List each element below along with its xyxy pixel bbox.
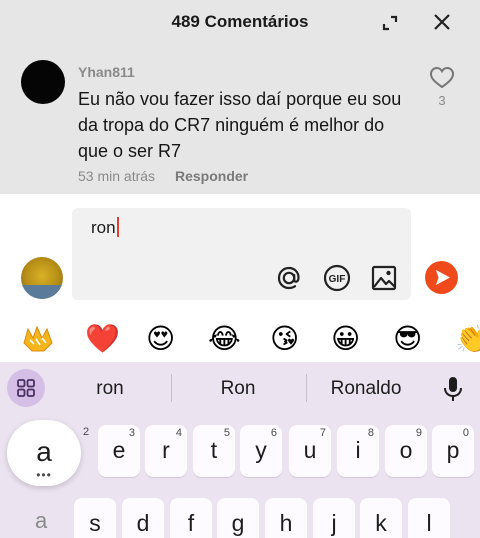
key-r[interactable]: 4r — [145, 425, 187, 477]
keyboard-apps-button[interactable] — [7, 369, 45, 407]
key-letter: y — [255, 437, 267, 463]
key-letter: u — [303, 437, 317, 463]
emoji-kiss[interactable]: 😘 — [270, 322, 299, 356]
key-h[interactable]: h — [265, 498, 307, 538]
key-f[interactable]: f — [170, 498, 212, 538]
key-i[interactable]: 8i — [337, 425, 379, 477]
key-letter: f — [187, 510, 195, 536]
emoji-grin[interactable]: 😀 — [331, 322, 360, 356]
key-letter: e — [112, 437, 126, 463]
key-letter: o — [399, 437, 413, 463]
key-letter: d — [136, 510, 150, 536]
expand-icon[interactable] — [377, 10, 403, 36]
comments-panel: 489 Comentários Yhan811 Eu não vou fazer… — [0, 0, 480, 194]
microphone-icon[interactable] — [440, 374, 466, 404]
key-k[interactable]: k — [360, 498, 402, 538]
comments-count-title: 489 Comentários — [171, 12, 309, 31]
key-s[interactable]: s — [74, 498, 116, 538]
suggestion-3[interactable]: Ronaldo — [318, 378, 414, 400]
key-hint: 2 — [83, 426, 90, 438]
more-options-dots: ••• — [36, 468, 52, 482]
key-letter: h — [279, 510, 293, 536]
send-button[interactable] — [425, 261, 458, 294]
emoji-sunglasses[interactable]: 😎 — [393, 322, 422, 356]
key-g[interactable]: g — [217, 498, 259, 538]
emoji-heart[interactable]: ❤️ — [85, 322, 120, 356]
key-d[interactable]: d — [122, 498, 164, 538]
suggestion-divider — [171, 374, 172, 402]
sticker-icon[interactable] — [20, 321, 56, 357]
comment-text: Eu não vou fazer isso daí porque eu sou … — [78, 89, 402, 161]
key-e[interactable]: 3e — [98, 425, 140, 477]
key-letter: s — [89, 510, 101, 536]
key-o[interactable]: 9o — [385, 425, 427, 477]
key-j[interactable]: j — [313, 498, 355, 538]
key-t[interactable]: 5t — [193, 425, 235, 477]
key-letter: r — [162, 437, 170, 463]
key-l[interactable]: l — [408, 498, 450, 538]
key-a-pressed-popup[interactable]: a ••• — [7, 420, 81, 486]
key-letter: l — [426, 510, 432, 536]
key-y[interactable]: 6y — [240, 425, 282, 477]
commenter-avatar[interactable] — [21, 60, 65, 104]
grid-icon — [17, 379, 35, 397]
like-heart-icon[interactable] — [429, 66, 455, 90]
key-letter: k — [375, 510, 387, 536]
send-icon — [436, 270, 450, 285]
svg-text:GIF: GIF — [329, 274, 346, 285]
key-letter: g — [231, 510, 245, 536]
emoji-clap[interactable]: 👏 — [455, 322, 480, 356]
suggestion-divider — [306, 374, 307, 402]
key-a-background: a — [35, 508, 48, 533]
comment-input-value[interactable]: ron — [91, 217, 119, 238]
gif-icon[interactable]: GIF — [321, 262, 353, 294]
emoji-tears-of-joy[interactable]: 😂 — [208, 322, 241, 356]
key-letter: a — [36, 436, 52, 467]
suggestion-2[interactable]: Ron — [190, 378, 286, 400]
like-count: 3 — [438, 93, 446, 108]
emoji-heart-eyes[interactable]: 😍 — [146, 322, 175, 356]
my-avatar — [21, 257, 63, 299]
key-letter: p — [446, 437, 460, 463]
comment-time: 53 min atrás — [78, 168, 156, 184]
key-letter: j — [331, 510, 337, 536]
suggestion-1[interactable]: ron — [64, 378, 156, 400]
input-value-text: ron — [91, 218, 116, 237]
image-icon[interactable] — [368, 262, 400, 294]
close-icon[interactable] — [429, 9, 455, 35]
text-caret — [116, 217, 119, 237]
key-letter: i — [355, 437, 361, 463]
at-icon[interactable] — [273, 262, 305, 294]
key-u[interactable]: 7u — [289, 425, 331, 477]
reply-button[interactable]: Responder — [175, 168, 248, 184]
commenter-username[interactable]: Yhan811 — [78, 64, 135, 80]
comment-input[interactable] — [72, 208, 411, 300]
key-p[interactable]: 0p — [432, 425, 474, 477]
key-letter: t — [210, 437, 218, 463]
